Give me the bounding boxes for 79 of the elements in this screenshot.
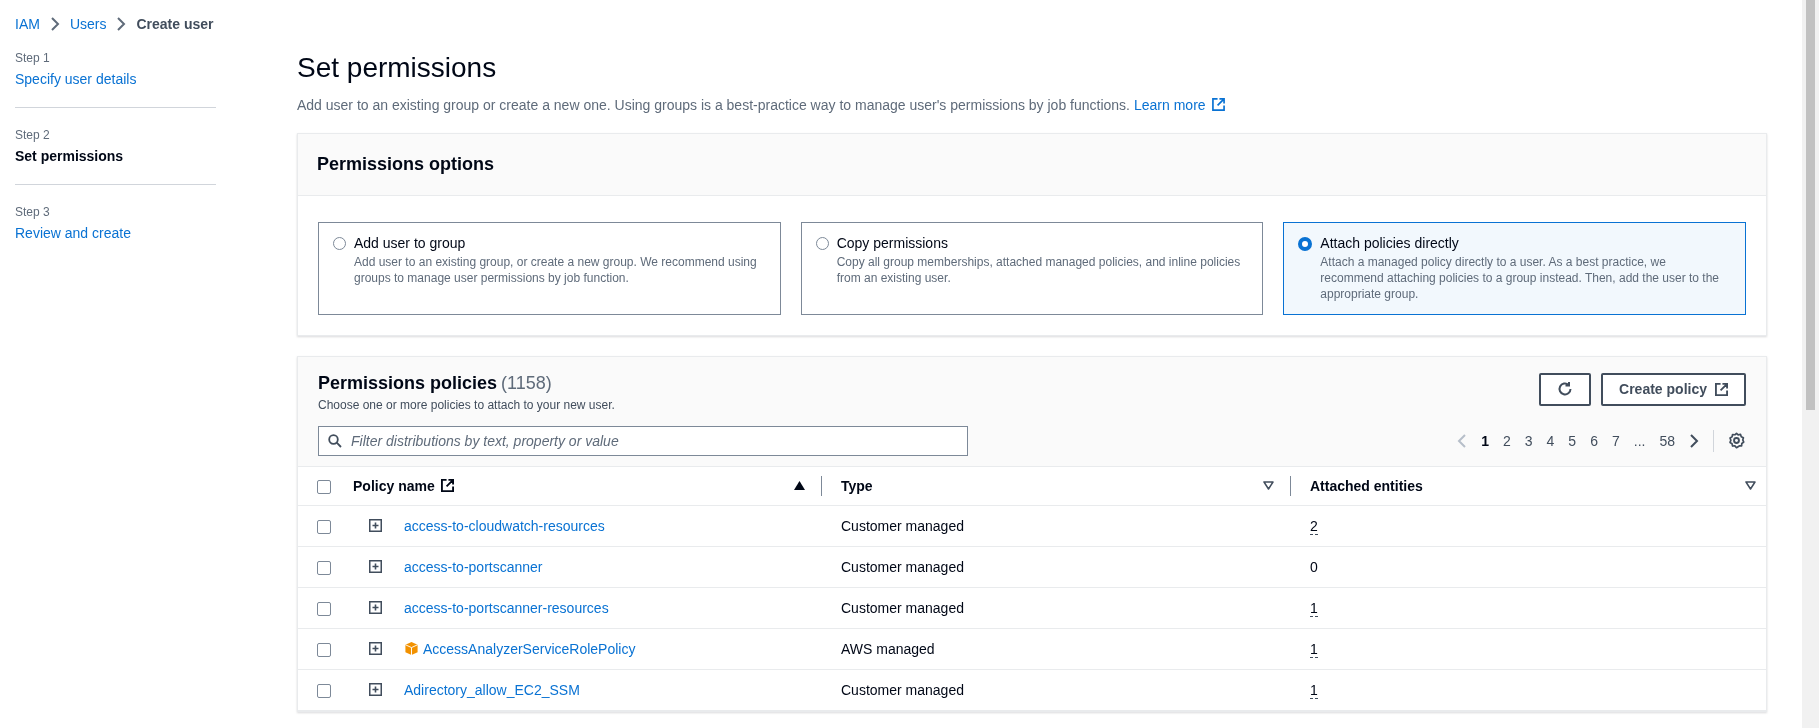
learn-more-link[interactable]: Learn more — [1134, 96, 1206, 113]
sort-icon[interactable] — [1263, 481, 1274, 491]
policy-type: Customer managed — [841, 517, 964, 534]
step-number: Step 1 — [15, 51, 51, 65]
option-card[interactable]: Copy permissions Copy all group memberships, attached managed policies, and inline policies from an existing user. — [800, 221, 1264, 315]
step-number: Step 3 — [15, 205, 51, 219]
external-link-icon — [440, 478, 454, 492]
step-number: Step 2 — [15, 128, 51, 142]
page-link[interactable]: 7 — [1611, 432, 1620, 449]
page-link[interactable]: 6 — [1590, 432, 1598, 449]
panel-subtitle: Choose one or more policies to attach to your new user. — [318, 397, 615, 412]
expand-icon[interactable] — [369, 601, 382, 615]
row-checkbox[interactable] — [317, 683, 331, 698]
refresh-icon — [1557, 381, 1574, 398]
option-label: Attach policies directly — [1320, 234, 1460, 251]
expand-icon[interactable] — [369, 642, 382, 656]
chevron-right-icon — [49, 17, 60, 31]
attached-entities-link[interactable]: 1 — [1310, 640, 1318, 658]
option-description: Add user to an existing group, or create a new group. We recommend using groups to manage user permissions by job function. — [354, 253, 758, 286]
select-all-checkbox[interactable] — [317, 479, 331, 494]
step-link[interactable]: Review and create — [15, 225, 131, 241]
expand-icon[interactable] — [369, 519, 382, 533]
breadcrumb-current: Create user — [136, 16, 214, 32]
search-field[interactable]: Filter distributions by text, property or value — [318, 425, 968, 456]
expand-icon[interactable] — [369, 683, 382, 697]
radio-button[interactable] — [1298, 236, 1313, 251]
option-description: Copy all group memberships, attached managed policies, and inline policies from an existing user. — [836, 253, 1242, 286]
row-checkbox[interactable] — [317, 560, 331, 575]
policy-type: AWS managed — [841, 640, 935, 657]
policy-type: Customer managed — [841, 681, 964, 698]
column-header[interactable]: Type — [841, 477, 873, 494]
page-link[interactable]: 2 — [1502, 432, 1511, 449]
settings-icon[interactable] — [1728, 432, 1745, 450]
policy-name-link[interactable]: access-to-portscanner — [404, 558, 543, 575]
create-policy-button[interactable]: Create policy — [1601, 372, 1746, 406]
column-header[interactable]: Policy name — [353, 477, 454, 494]
scrollbar[interactable] — [1802, 0, 1819, 728]
chevron-right-icon[interactable] — [1689, 432, 1699, 449]
page-link[interactable]: 3 — [1524, 432, 1533, 449]
option-label: Copy permissions — [836, 234, 949, 251]
panel-title: Permissions policies — [318, 372, 498, 393]
attached-entities-link[interactable]: 2 — [1310, 517, 1318, 535]
option-description: Attach a managed policy directly to a user. As a best practice, we recommend attaching policies to a group instead. Then, add the user to the appropriate group. — [1320, 253, 1721, 302]
policy-name-link[interactable]: AccessAnalyzerServiceRolePolicy — [423, 640, 636, 657]
page-link[interactable]: 58 — [1659, 432, 1675, 449]
attached-entities-link[interactable]: 1 — [1310, 599, 1318, 617]
external-link-icon — [1211, 98, 1225, 112]
panel-title: Permissions options — [317, 153, 496, 175]
page-title: Set permissions — [297, 51, 498, 85]
policy-type: Customer managed — [841, 599, 964, 616]
policy-name-link[interactable]: Adirectory_allow_EC2_SSM — [404, 681, 580, 698]
policy-type: Customer managed — [841, 558, 964, 575]
step-link[interactable]: Specify user details — [15, 71, 137, 87]
policy-count: (1158) — [501, 372, 552, 393]
breadcrumb-link[interactable]: Users — [69, 16, 107, 32]
policy-name-link[interactable]: access-to-portscanner-resources — [404, 599, 609, 616]
column-header[interactable]: Attached entities — [1310, 477, 1423, 494]
attached-entities-link[interactable]: 1 — [1310, 681, 1318, 699]
attached-entities-count: 0 — [1310, 558, 1318, 575]
page-link[interactable]: 4 — [1546, 432, 1555, 449]
policy-name-link[interactable]: access-to-cloudwatch-resources — [404, 517, 605, 534]
page-link[interactable]: 5 — [1568, 432, 1577, 449]
chevron-right-icon — [116, 17, 127, 31]
row-checkbox[interactable] — [317, 519, 331, 534]
option-card[interactable]: Attach policies directly Attach a managed policy directly to a user. As a best practice, we recommend attaching policies to a group instead. Then, add the user to the appropriate group. — [1283, 221, 1746, 315]
external-link-icon — [1715, 382, 1728, 396]
sort-icon[interactable] — [1745, 481, 1756, 491]
refresh-button[interactable] — [1539, 372, 1592, 406]
page-link[interactable]: 1 — [1481, 432, 1489, 449]
option-card[interactable]: Add user to group Add user to an existing group, or create a new group. We recommend using groups to manage user permissions by job function. — [318, 221, 781, 315]
row-checkbox[interactable] — [317, 642, 331, 657]
sort-ascending-icon[interactable] — [794, 481, 805, 491]
page-description: Add user to an existing group or create a new one. Using groups is a best-practice way to manage user's permissions by job functions. — [297, 96, 1130, 113]
step-link[interactable]: Set permissions — [15, 148, 124, 164]
breadcrumb-link[interactable]: IAM — [15, 16, 40, 32]
row-checkbox[interactable] — [317, 601, 331, 616]
option-label: Add user to group — [354, 234, 467, 251]
page-link[interactable]: ... — [1633, 432, 1646, 449]
expand-icon[interactable] — [369, 560, 382, 574]
